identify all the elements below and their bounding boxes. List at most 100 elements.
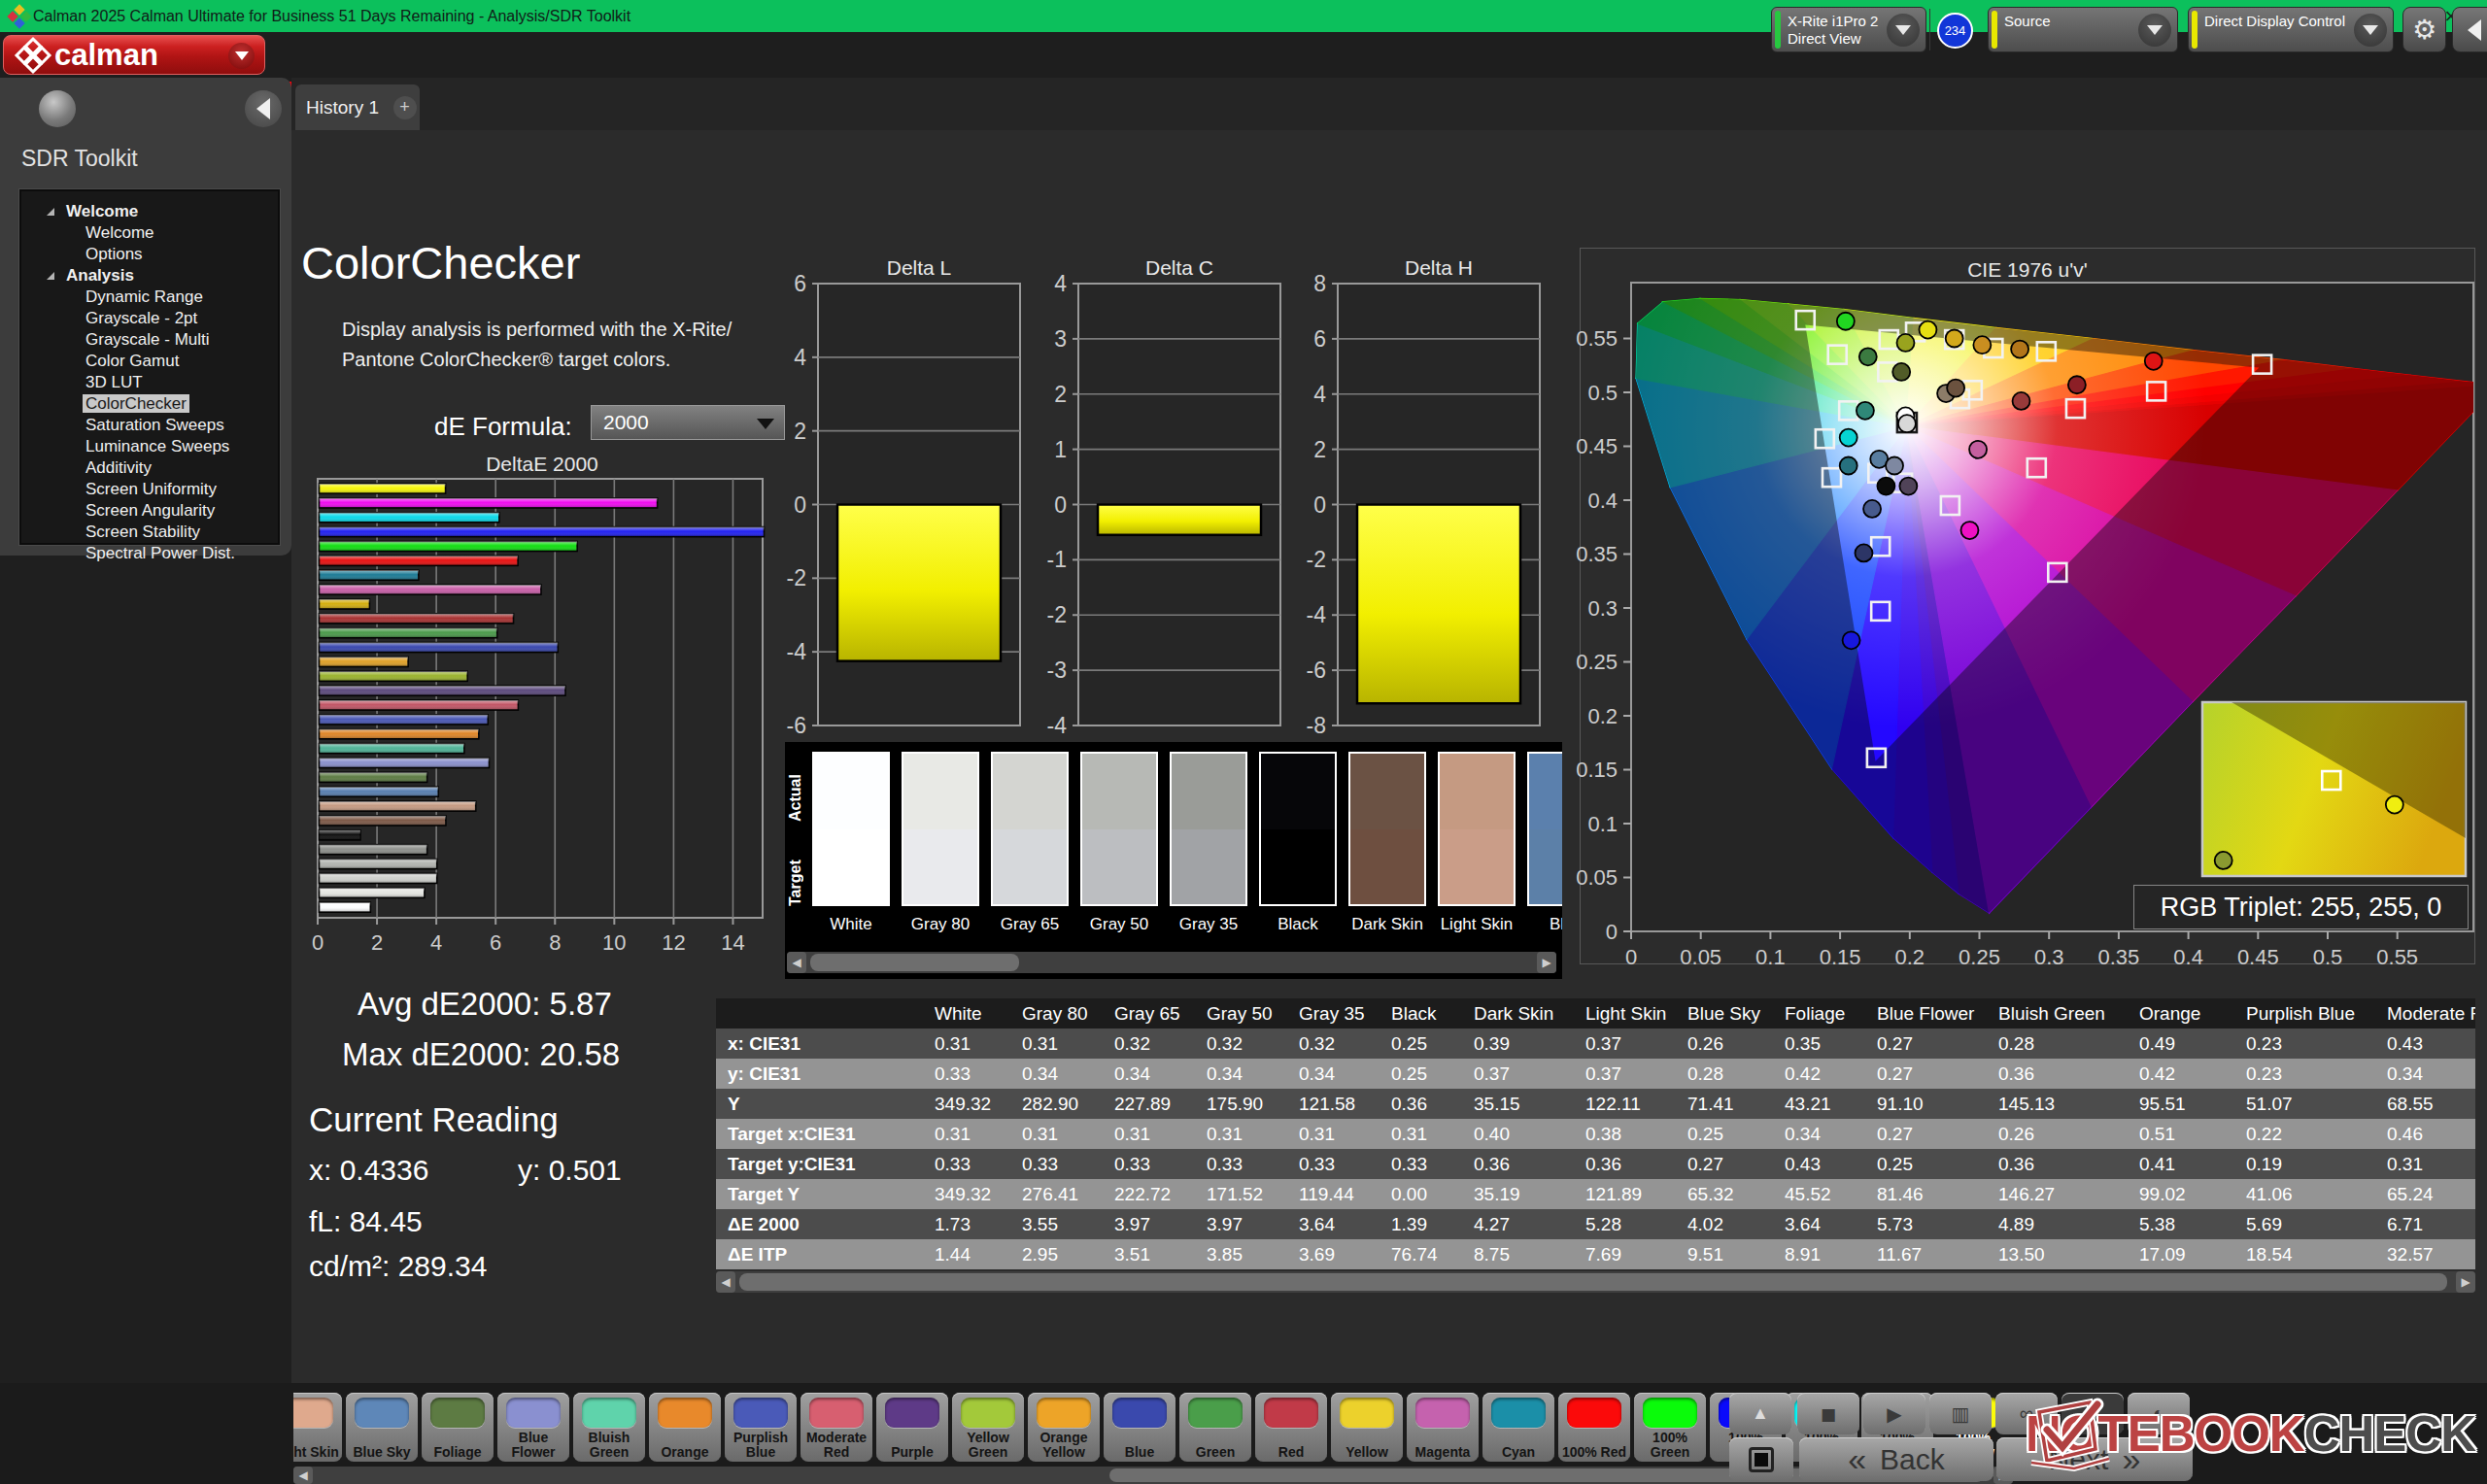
source-dropdown[interactable]: Source xyxy=(1988,7,2178,52)
table-cell: 0.26 xyxy=(1678,1029,1775,1059)
chevrons-left-icon: « xyxy=(1848,1440,1866,1478)
table-cell: 0.33 xyxy=(1197,1149,1289,1179)
scroll-right-icon[interactable]: ▶ xyxy=(1537,952,1556,973)
pattern-button-moderate-red[interactable]: Moderate Red xyxy=(801,1393,872,1462)
tree-item-colorchecker[interactable]: ColorChecker xyxy=(21,393,278,415)
table-header-cell: Blue Flower xyxy=(1867,998,1989,1029)
de-formula-select[interactable]: 2000 xyxy=(591,405,785,440)
pattern-button-cyan[interactable]: Cyan xyxy=(1482,1393,1554,1462)
delta-l-chart: 6420-2-4-6 xyxy=(774,284,1027,769)
tree-item-options[interactable]: Options xyxy=(21,244,278,265)
table-cell: 146.27 xyxy=(1989,1179,2129,1209)
display-control-dropdown[interactable]: Direct Display Control xyxy=(2188,7,2394,52)
tree-item-additivity[interactable]: Additivity xyxy=(21,457,278,479)
pattern-button-blue[interactable]: Blue xyxy=(1104,1393,1175,1462)
table-cell: 145.13 xyxy=(1989,1089,2129,1119)
table-cell: Target x:CIE31 xyxy=(716,1119,925,1149)
table-cell: 0.31 xyxy=(2377,1149,2475,1179)
calman-logo-icon xyxy=(12,36,54,75)
table-cell: 0.40 xyxy=(1464,1119,1576,1149)
table-cell: 0.31 xyxy=(1381,1119,1464,1149)
stop-pattern-button[interactable] xyxy=(1729,1437,1793,1481)
table-cell: 0.19 xyxy=(2236,1149,2377,1179)
tree-item-color-gamut[interactable]: Color Gamut xyxy=(21,351,278,372)
svg-text:0.55: 0.55 xyxy=(2376,945,2418,969)
table-cell: 13.50 xyxy=(1989,1239,2129,1269)
tree-item-screen-angularity[interactable]: Screen Angularity xyxy=(21,500,278,522)
pattern-button-light-skin[interactable]: Light Skin xyxy=(293,1393,342,1462)
sidebar-status-orb[interactable] xyxy=(39,90,76,127)
calman-menu-button[interactable]: calman xyxy=(3,35,265,75)
tree-item-screen-stability[interactable]: Screen Stability xyxy=(21,522,278,543)
toolbar-icon-button-0[interactable]: ◼ xyxy=(1797,1393,1859,1434)
tree-item-spectral-power-dist-[interactable]: Spectral Power Dist. xyxy=(21,543,278,564)
delta-l-title: Delta L xyxy=(818,256,1020,280)
table-cell: 0.36 xyxy=(1381,1089,1464,1119)
pattern-button-magenta[interactable]: Magenta xyxy=(1407,1393,1479,1462)
pattern-button-green[interactable]: Green xyxy=(1179,1393,1251,1462)
tree-item-grayscale-2pt[interactable]: Grayscale - 2pt xyxy=(21,308,278,329)
scroll-left-icon[interactable]: ◀ xyxy=(787,952,806,973)
toolbar-icon-button-1[interactable]: ▶ xyxy=(1863,1393,1925,1434)
table-cell: 121.58 xyxy=(1289,1089,1381,1119)
pattern-button-100-red[interactable]: 100% Red xyxy=(1558,1393,1630,1462)
pattern-button-foliage[interactable]: Foliage xyxy=(422,1393,494,1462)
table-cell: ΔE 2000 xyxy=(716,1209,925,1239)
cie-measured-marker xyxy=(1837,313,1855,330)
scroll-up-button[interactable]: ▲ xyxy=(1729,1393,1791,1434)
back-button[interactable]: « Back xyxy=(1799,1437,1993,1481)
cie-measured-marker xyxy=(1840,429,1857,447)
table-cell: 171.52 xyxy=(1197,1179,1289,1209)
pattern-button-100-green[interactable]: 100% Green xyxy=(1634,1393,1706,1462)
tree-item-saturation-sweeps[interactable]: Saturation Sweeps xyxy=(21,415,278,436)
svg-text:0.25: 0.25 xyxy=(1576,650,1618,674)
pattern-button-blue-flower[interactable]: Blue Flower xyxy=(497,1393,569,1462)
tree-item-analysis[interactable]: Analysis xyxy=(21,265,278,287)
meter-dropdown[interactable]: X-Rite i1Pro 2 Direct View xyxy=(1771,7,1926,52)
settings-button[interactable]: ⚙ xyxy=(2402,7,2446,52)
tree-item-dynamic-range[interactable]: Dynamic Range xyxy=(21,287,278,308)
toolbar-icon-button-2[interactable]: ▥ xyxy=(1929,1393,1992,1434)
tree-item-3d-lut[interactable]: 3D LUT xyxy=(21,372,278,393)
meter-count-badge[interactable]: 234 xyxy=(1937,13,1973,49)
tree-item-welcome[interactable]: Welcome xyxy=(21,201,278,222)
scroll-right-icon[interactable]: ▶ xyxy=(2456,1271,2475,1293)
delta-h-chart: 86420-2-4-6-8 xyxy=(1294,284,1547,769)
pattern-button-purple[interactable]: Purple xyxy=(876,1393,948,1462)
panel-collapse-button[interactable] xyxy=(2452,7,2487,52)
table-cell: 282.90 xyxy=(1012,1089,1105,1119)
swatch-name: Light Skin xyxy=(1438,915,1516,934)
swatch-light-skin xyxy=(1438,752,1516,906)
table-cell: y: CIE31 xyxy=(716,1059,925,1089)
scroll-left-icon[interactable]: ◀ xyxy=(293,1467,313,1484)
svg-text:-2: -2 xyxy=(1307,547,1326,572)
pattern-button-yellow-green[interactable]: Yellow Green xyxy=(952,1393,1024,1462)
pattern-button-orange-yellow[interactable]: Orange Yellow xyxy=(1028,1393,1100,1462)
svg-text:0.4: 0.4 xyxy=(1587,489,1618,513)
sidebar-collapse-button[interactable] xyxy=(245,90,282,127)
tree-item-grayscale-multi[interactable]: Grayscale - Multi xyxy=(21,329,278,351)
pattern-button-orange[interactable]: Orange xyxy=(649,1393,721,1462)
svg-text:0.2: 0.2 xyxy=(1895,945,1925,969)
tree-item-luminance-sweeps[interactable]: Luminance Sweeps xyxy=(21,436,278,457)
cie-measured-marker xyxy=(1843,631,1860,649)
tree-item-welcome[interactable]: Welcome xyxy=(21,222,278,244)
table-header-cell xyxy=(716,998,925,1029)
scroll-left-icon[interactable]: ◀ xyxy=(716,1271,735,1293)
swatch-scrollbar[interactable]: ◀ ▶ xyxy=(787,952,1556,973)
tab-history[interactable]: History 1 xyxy=(295,84,390,130)
table-scrollbar[interactable]: ◀ ▶ xyxy=(716,1271,2475,1293)
table-cell: 3.97 xyxy=(1197,1209,1289,1239)
pattern-button-purplish-blue[interactable]: Purplish Blue xyxy=(725,1393,797,1462)
table-cell: 0.27 xyxy=(1867,1119,1989,1149)
calman-dropdown-icon[interactable] xyxy=(228,43,255,69)
table-cell: 43.21 xyxy=(1775,1089,1867,1119)
pattern-button-yellow[interactable]: Yellow xyxy=(1331,1393,1403,1462)
pattern-button-red[interactable]: Red xyxy=(1255,1393,1327,1462)
tab-add-button[interactable]: + xyxy=(390,84,420,130)
pattern-button-blue-sky[interactable]: Blue Sky xyxy=(346,1393,418,1462)
table-cell: 0.00 xyxy=(1381,1179,1464,1209)
tree-item-screen-uniformity[interactable]: Screen Uniformity xyxy=(21,479,278,500)
pattern-button-bluish-green[interactable]: Bluish Green xyxy=(573,1393,645,1462)
svg-text:0.5: 0.5 xyxy=(2313,945,2343,969)
